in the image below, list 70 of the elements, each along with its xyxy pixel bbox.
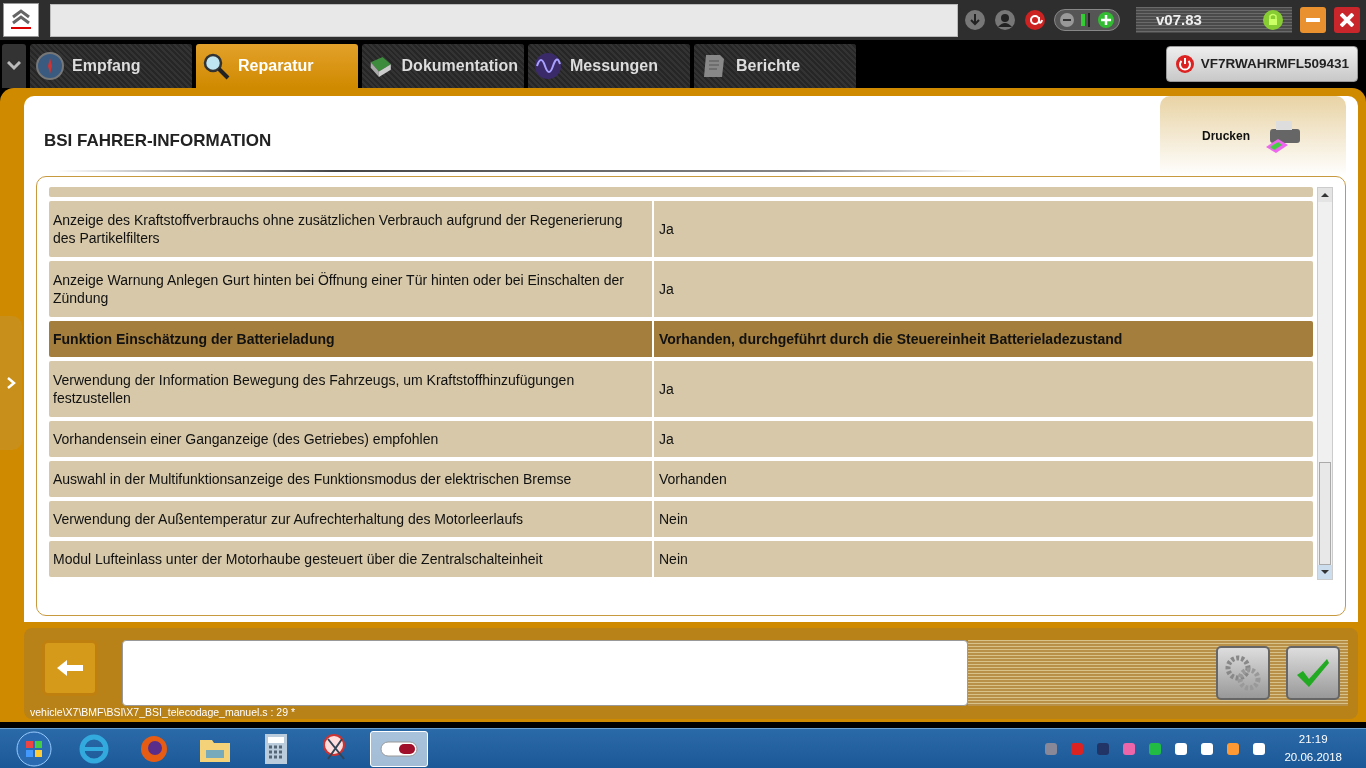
page-title: BSI FAHRER-INFORMATION xyxy=(43,130,273,152)
table-row[interactable]: Verwendung der Information Bewegung des Fahrzeugs, um Kraftstoffhinzufügungen festzustellen Ja xyxy=(49,361,1313,417)
scroll-up-icon[interactable] xyxy=(1318,188,1332,202)
script-path: vehicle\X7\BMF\BSI\X7_BSI_telecodage_manuel.s : 29 * xyxy=(30,706,296,719)
setting-label: Auswahl in der Multifunktionsanzeige des Funktionsmodus der elektrischen Bremse xyxy=(53,469,572,489)
arrow-left-icon xyxy=(55,658,85,678)
magnifier-icon xyxy=(202,52,230,80)
version-label: v07.83 xyxy=(1156,9,1202,30)
chevron-down-icon xyxy=(7,61,21,71)
back-button[interactable] xyxy=(42,640,98,696)
table-row[interactable]: Auswahl in der Multifunktionsanzeige des Funktionsmodus der elektrischen Bremse Vorhanden xyxy=(49,461,1313,497)
print-button[interactable]: Drucken xyxy=(1160,96,1346,176)
table-row[interactable]: Modul Lufteinlass unter der Motorhaube gesteuert über die Zentralschalteinheit Nein xyxy=(49,541,1313,577)
clock-date[interactable]: 20.06.2018 xyxy=(1284,748,1342,766)
table-row[interactable]: Anzeige Warnung Anlegen Gurt hinten bei Öffnung einer Tür hinten oder bei Einschalten der Zündung Ja xyxy=(49,261,1313,317)
logo xyxy=(3,3,39,37)
tab[interactable]: Dokumentation xyxy=(362,44,524,88)
address-bar[interactable] xyxy=(50,3,958,37)
setting-label: Verwendung der Außentemperatur zur Aufrechterhaltung des Motorleerlaufs xyxy=(53,509,524,529)
setting-label: Anzeige des Kraftstoffverbrauchs ohne zusätzlichen Verbrauch aufgrund der Regenerierung des Partikelfilters xyxy=(53,210,624,248)
setting-label: Funktion Einschätzung der Batterieladung xyxy=(53,329,335,349)
setting-label: Modul Lufteinlass unter der Motorhaube gesteuert über die Zentralschalteinheit xyxy=(53,549,543,569)
vehicle-id-button[interactable]: VF7RWAHRMFL509431 xyxy=(1165,46,1358,82)
scrollbar[interactable] xyxy=(1317,187,1333,580)
chevron-right-icon xyxy=(6,377,16,389)
user-icon[interactable] xyxy=(994,9,1016,31)
setting-value: Ja xyxy=(659,279,674,299)
setting-label: Vorhandensein einer Ganganzeige (des Getriebes) empfohlen xyxy=(53,429,439,449)
close-icon xyxy=(1340,13,1354,27)
setting-value: Ja xyxy=(659,219,674,239)
table-row[interactable]: Funktion Einschätzung der Batterieladung Vorhanden, durchgeführt durch die Steuereinheit Batterieladezustand xyxy=(49,321,1313,357)
waveform-icon xyxy=(534,52,562,80)
tab[interactable]: Empfang xyxy=(30,44,192,88)
setting-value: Vorhanden xyxy=(659,469,727,489)
confirm-button[interactable] xyxy=(1286,646,1340,700)
setting-value: Ja xyxy=(659,379,674,399)
setting-value: Nein xyxy=(659,509,688,529)
clock-time[interactable]: 21:19 xyxy=(1284,731,1342,749)
app-taskbar-button[interactable] xyxy=(370,730,428,767)
email-icon[interactable] xyxy=(1024,9,1046,31)
settings-button[interactable] xyxy=(1216,646,1270,700)
close-button[interactable] xyxy=(1334,7,1360,33)
dropdown-button[interactable] xyxy=(2,44,26,88)
minus-icon[interactable] xyxy=(1059,12,1075,28)
level-indicator-icon xyxy=(1079,12,1093,28)
table-row[interactable]: Verwendung der Außentemperatur zur Aufrechterhaltung des Motorleerlaufs Nein xyxy=(49,501,1313,537)
setting-value: Ja xyxy=(659,429,674,449)
gears-icon xyxy=(1223,653,1263,693)
scroll-down-icon[interactable] xyxy=(1318,565,1332,579)
compass-icon xyxy=(36,52,64,80)
checkmark-icon xyxy=(1295,657,1331,689)
lock-icon xyxy=(1262,9,1284,31)
tab[interactable]: Berichte xyxy=(694,44,856,88)
power-icon xyxy=(1174,54,1195,74)
calculator-icon[interactable] xyxy=(264,732,288,765)
setting-value: Nein xyxy=(659,549,688,569)
table-row[interactable]: Anzeige des Kraftstoffverbrauchs ohne zusätzlichen Verbrauch aufgrund der Regenerierung des Partikelfilters Ja xyxy=(49,201,1313,257)
table-row[interactable]: Vorhandensein einer Ganganzeige (des Getriebes) empfohlen Ja xyxy=(49,421,1313,457)
setting-label: Verwendung der Information Bewegung des Fahrzeugs, um Kraftstoffhinzufügungen festzustellen xyxy=(53,370,576,408)
tab[interactable]: Messungen xyxy=(528,44,690,88)
plus-icon[interactable] xyxy=(1097,11,1115,29)
minimize-icon xyxy=(1306,18,1320,22)
setting-value: Vorhanden, durchgeführt durch die Steuereinheit Batterieladezustand xyxy=(659,329,1123,349)
download-icon[interactable] xyxy=(964,9,986,31)
scroll-thumb[interactable] xyxy=(1319,462,1331,565)
windows-logo-icon xyxy=(16,730,52,767)
minimize-button[interactable] xyxy=(1300,7,1326,33)
browser-icon[interactable] xyxy=(78,732,110,765)
side-panel-toggle[interactable] xyxy=(0,316,22,450)
setting-label: Anzeige Warnung Anlegen Gurt hinten bei Öffnung einer Tür hinten oder bei Einschalten der Zündung xyxy=(53,270,625,308)
